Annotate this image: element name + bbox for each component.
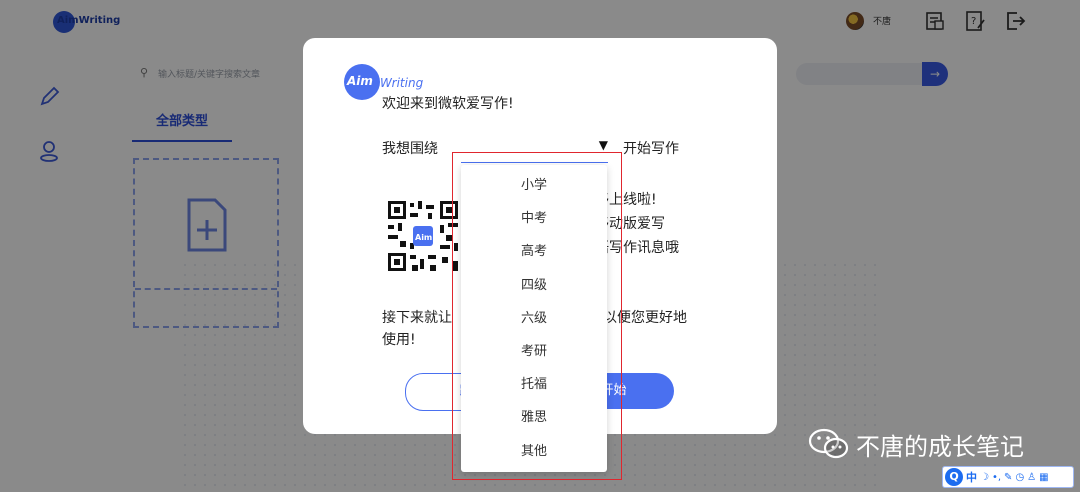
modal-logo: Aim Writing — [344, 64, 423, 100]
grid-icon[interactable]: ▦ — [1039, 472, 1048, 483]
watermark-text: 不唐的成长笔记 — [856, 432, 1024, 461]
caret-down-icon[interactable]: ▼ — [599, 138, 608, 152]
ime-toolbar[interactable]: Q 中 ☽ •, ✎ ◷ ♙ ▦ — [942, 466, 1074, 488]
intro-line-2: 使用! — [382, 332, 416, 348]
topic-label: 我想围绕 — [382, 141, 438, 157]
wrench-icon[interactable]: ✎ — [1004, 472, 1012, 483]
start-writing-label: 开始写作 — [623, 141, 679, 157]
wechat-icon — [808, 427, 850, 461]
punctuation-icon[interactable]: •, — [992, 472, 1001, 483]
ime-mode[interactable]: 中 — [966, 469, 977, 485]
watermark: 不唐的成长笔记 — [808, 424, 1024, 464]
logo-writing: Writing — [380, 76, 424, 90]
clock-icon[interactable]: ◷ — [1015, 472, 1024, 483]
moon-icon[interactable]: ☽ — [980, 472, 989, 483]
intro-left: 接下来就让 — [382, 310, 452, 326]
welcome-title: 欢迎来到微软爱写作! — [382, 96, 514, 112]
logo-aim: Aim — [347, 74, 373, 88]
shirt-icon[interactable]: ♙ — [1027, 472, 1036, 483]
annotation-highlight — [452, 152, 622, 480]
ime-logo-icon[interactable]: Q — [945, 468, 963, 486]
svg-text:Aim: Aim — [415, 233, 432, 242]
qr-code: Aim — [386, 199, 460, 273]
